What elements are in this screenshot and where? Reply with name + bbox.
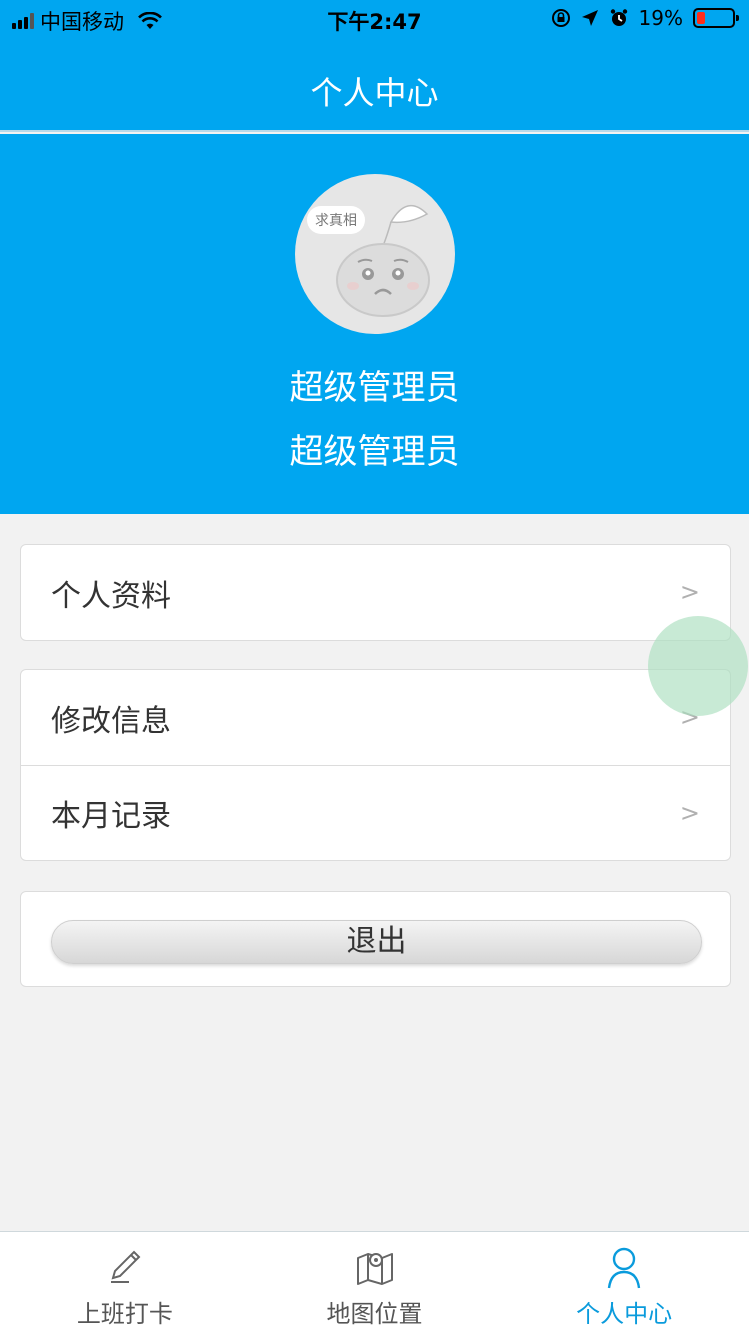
tab-map[interactable]: 地图位置 xyxy=(250,1232,500,1333)
user-name: 超级管理员 xyxy=(289,368,460,408)
location-icon xyxy=(581,10,598,26)
logout-card: 退出 xyxy=(20,891,731,987)
status-bar: 中国移动 下午2:47 19% xyxy=(0,0,749,40)
menu-item-edit-info[interactable]: 修改信息 > xyxy=(21,670,730,765)
nav-bar: 个人中心 xyxy=(0,40,749,132)
menu-item-label: 修改信息 xyxy=(51,703,171,739)
menu-item-monthly-record[interactable]: 本月记录 > xyxy=(21,765,730,860)
touch-indicator xyxy=(648,616,748,716)
chevron-right-icon: > xyxy=(679,799,700,827)
tab-personal-center[interactable]: 个人中心 xyxy=(499,1232,749,1333)
chevron-right-icon: > xyxy=(679,578,700,606)
tab-label: 个人中心 xyxy=(576,1300,673,1328)
battery-icon xyxy=(693,8,739,28)
battery-percent: 19% xyxy=(638,6,683,30)
menu-group-profile: 个人资料 > xyxy=(20,544,731,641)
menu-item-label: 个人资料 xyxy=(51,578,171,614)
tab-label: 地图位置 xyxy=(326,1300,423,1328)
avatar-tag: 求真相 xyxy=(307,206,365,234)
menu-item-profile[interactable]: 个人资料 > xyxy=(21,545,730,640)
user-role: 超级管理员 xyxy=(289,432,460,472)
tab-bar: 上班打卡 地图位置 个人中心 xyxy=(0,1231,749,1333)
alarm-icon xyxy=(610,9,627,26)
status-right: 19% xyxy=(551,6,739,30)
menu-item-label: 本月记录 xyxy=(51,799,171,834)
avatar-face-icon xyxy=(336,205,430,317)
orientation-lock-icon xyxy=(551,9,570,27)
tab-check-in[interactable]: 上班打卡 xyxy=(0,1232,250,1333)
page-title: 个人中心 xyxy=(310,74,439,112)
pencil-icon xyxy=(110,1250,141,1283)
profile-header: 求真相 超级管理员 超级管理员 xyxy=(0,134,749,514)
tab-label: 上班打卡 xyxy=(76,1300,173,1328)
avatar[interactable]: 求真相 xyxy=(295,174,455,334)
logout-button[interactable]: 退出 xyxy=(51,920,702,964)
menu-group-info: 修改信息 > 本月记录 > xyxy=(20,669,731,861)
user-icon xyxy=(607,1247,641,1289)
map-icon xyxy=(356,1253,393,1285)
